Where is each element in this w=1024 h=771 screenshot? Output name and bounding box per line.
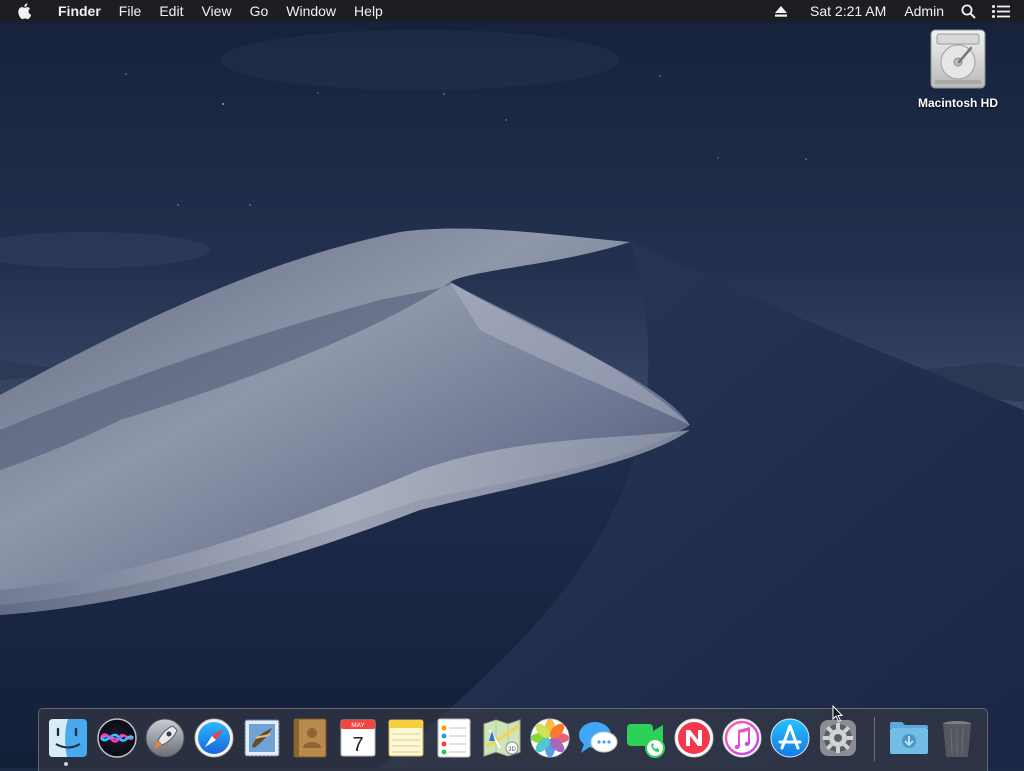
menu-window[interactable]: Window [277,0,345,22]
contacts-icon[interactable] [288,716,332,760]
calendar-month: MAY [351,722,365,729]
trash-icon[interactable] [935,716,979,760]
desktop-wallpaper [0,0,1024,768]
finder-running-indicator [64,762,68,766]
maps-icon[interactable]: 3D [480,716,524,760]
safari-icon[interactable] [192,716,236,760]
svg-text:3D: 3D [508,747,516,753]
menu-edit[interactable]: Edit [150,0,192,22]
mail-icon[interactable] [240,716,284,760]
menu-user[interactable]: Admin [895,0,953,22]
hard-drive-icon [930,29,986,89]
menu-go[interactable]: Go [241,0,278,22]
photos-icon[interactable] [528,716,572,760]
finder-icon[interactable] [46,716,90,760]
facetime-icon[interactable] [624,716,668,760]
reminders-icon[interactable] [432,716,476,760]
list-icon[interactable] [984,0,1024,22]
itunes-icon[interactable] [720,716,764,760]
macintosh-hd-desktop-icon[interactable]: Macintosh HD [906,28,1010,110]
menu-bar: Finder File Edit View Go Window Help Sat… [0,0,1024,22]
siri-icon[interactable] [95,716,139,760]
menu-app-name[interactable]: Finder [49,0,110,22]
notes-icon[interactable] [384,716,428,760]
app-store-icon[interactable] [768,716,812,760]
calendar-icon[interactable]: MAY 7 [336,716,380,760]
calendar-day: 7 [352,734,363,756]
downloads-folder-icon[interactable] [887,716,931,760]
menu-clock[interactable]: Sat 2:21 AM [801,0,895,22]
search-icon[interactable] [953,0,984,22]
news-icon[interactable] [672,716,716,760]
menu-view[interactable]: View [192,0,240,22]
mouse-cursor-icon [832,705,844,723]
apple-logo-icon[interactable] [0,3,49,19]
dock: MAY 7 3D [38,708,988,771]
drive-label: Macintosh HD [917,96,998,110]
menu-help[interactable]: Help [345,0,392,22]
messages-icon[interactable] [576,716,620,760]
dock-separator [874,717,875,761]
eject-icon[interactable] [767,0,801,22]
launchpad-icon[interactable] [143,716,187,760]
menu-file[interactable]: File [110,0,151,22]
